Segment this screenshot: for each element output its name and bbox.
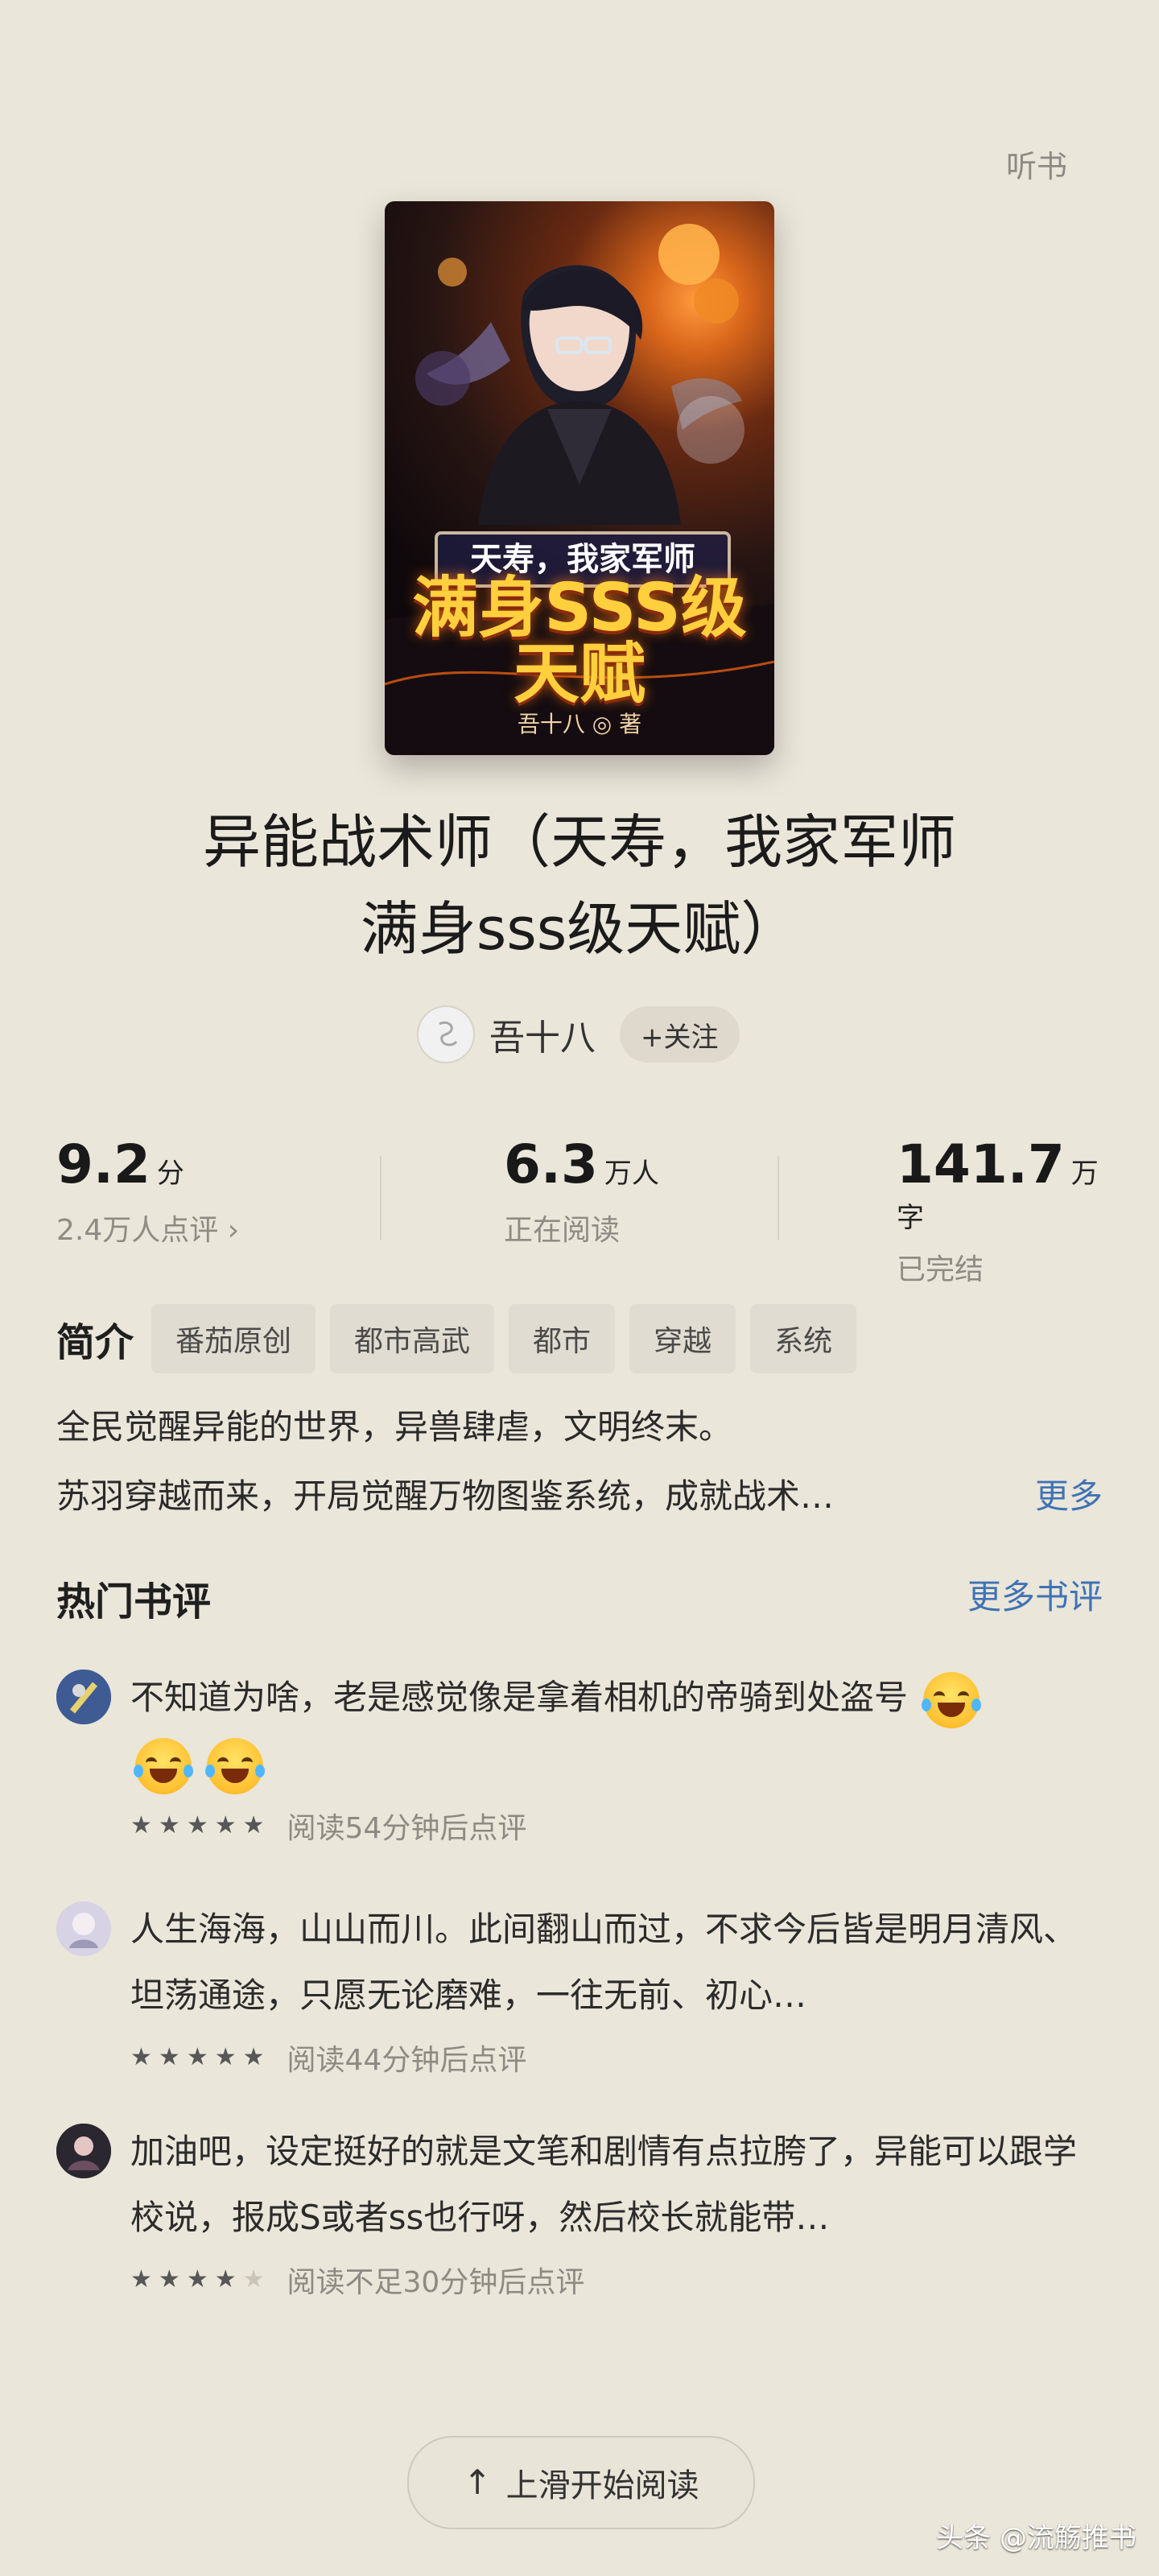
review-text-3: 加油吧，设定挺好的就是文笔和剧情有点拉胯了，异能可以跟学校说，报成S或者ss也行…: [130, 2132, 1078, 2237]
avatar-figure-icon: [56, 1670, 111, 1724]
rating-value: 9.2: [56, 1133, 151, 1195]
tag-5[interactable]: 系统: [750, 1304, 857, 1373]
listen-button[interactable]: 听书: [1006, 142, 1067, 186]
hot-reviews-title: 热门书评: [56, 1579, 212, 1624]
book-stats: 9.2 分 2.4万人点评 › 6.3 万人 正在阅读 141.7 万字 已完结: [56, 1133, 1103, 1286]
laughing-crying-emoji-icon: [134, 1737, 193, 1794]
rating-unit: 分: [156, 1158, 184, 1190]
author-avatar[interactable]: [417, 1005, 475, 1063]
words-stat: 141.7 万字 已完结: [897, 1133, 1103, 1288]
review-meta-text-3: 阅读不足30分钟后点评: [287, 2266, 585, 2299]
laughing-crying-emoji-icon: [922, 1671, 982, 1728]
star-icon: ★: [186, 2043, 208, 2071]
tag-1[interactable]: 番茄原创: [151, 1304, 316, 1373]
star-icon: ★: [130, 2265, 152, 2293]
star-icon: ★: [214, 1811, 237, 1839]
source-watermark: 头条 @流觞推书: [936, 2522, 1136, 2554]
review-meta-text-2: 阅读44分钟后点评: [287, 2044, 527, 2077]
author-avatar-icon: [439, 1021, 458, 1046]
reviewer-avatar-2: [56, 1901, 111, 1956]
star-icon: ★: [158, 1811, 180, 1839]
stats-divider-1: [380, 1156, 382, 1240]
star-icon: ★: [242, 1811, 265, 1839]
intro-line2: 苏羽穿越而来，开局觉醒万物图鉴系统，成就战术… 更多: [56, 1462, 1103, 1531]
star-icon: ★: [186, 2265, 208, 2293]
review-meta-text-1: 阅读54分钟后点评: [287, 1812, 527, 1845]
cover-main-title: 满身SSS级天赋: [412, 570, 747, 712]
star-icon: ★: [242, 2043, 265, 2071]
tag-3[interactable]: 都市: [509, 1304, 616, 1373]
rating-count[interactable]: 2.4万人点评 ›: [56, 1207, 239, 1249]
book-detail-page: 听书 天寿，我家军师 满身SSS级天赋 吾十八 ◎ 著 异能战术师（天寿，我家军…: [0, 0, 1159, 2576]
book-title-line1: 异能战术师（天寿，我家军师: [202, 808, 956, 876]
star-icon: ★: [158, 2043, 180, 2071]
review-meta-2: ★ ★ ★ ★ ★ 阅读44分钟后点评: [130, 2037, 1103, 2079]
words-value: 141.7: [897, 1133, 1065, 1195]
book-title: 异能战术师（天寿，我家军师 满身sss级天赋）: [97, 799, 1062, 972]
intro-line1: 全民觉醒异能的世界，异兽肆虐，文明终末。: [56, 1407, 733, 1447]
rating-stat[interactable]: 9.2 分 2.4万人点评 ›: [56, 1133, 239, 1249]
review-item-2[interactable]: 人生海海，山山而川。此间翻山而过，不求今后皆是明月清风、坦荡通途，只愿无论磨难，…: [56, 1897, 1103, 2079]
book-cover[interactable]: 天寿，我家军师 满身SSS级天赋 吾十八 ◎ 著: [385, 201, 774, 755]
start-reading-button[interactable]: ↑ 上滑开始阅读: [407, 2436, 755, 2529]
reviewer-avatar-3: [56, 2124, 111, 2178]
star-empty-icon: ★: [242, 2265, 265, 2293]
rating-stars-2: ★ ★ ★ ★ ★: [130, 2046, 265, 2070]
star-icon: ★: [130, 2043, 152, 2071]
more-reviews-link[interactable]: 更多书评: [967, 1570, 1103, 1619]
intro-header: 简介 番茄原创 都市高武 都市 穿越 系统: [56, 1304, 857, 1373]
star-icon: ★: [214, 2043, 237, 2071]
start-reading-label: 上滑开始阅读: [505, 2467, 699, 2504]
cover-author: 吾十八 ◎ 著: [517, 711, 642, 737]
review-item-3[interactable]: 加油吧，设定挺好的就是文笔和剧情有点拉胯了，异能可以跟学校说，报成S或者ss也行…: [56, 2119, 1103, 2301]
star-icon: ★: [214, 2265, 237, 2293]
intro-more-link[interactable]: 更多: [1035, 1462, 1103, 1531]
intro-label: 简介: [56, 1320, 134, 1365]
review-text-2: 人生海海，山山而川。此间翻山而过，不求今后皆是明月清风、坦荡通途，只愿无论磨难，…: [130, 1909, 1078, 2015]
laughing-crying-emoji-icon: [205, 1737, 266, 1794]
readers-stat: 6.3 万人 正在阅读: [504, 1133, 659, 1249]
review-text-1: 不知道为啥，老是感觉像是拿着相机的帝骑到处盗号: [130, 1665, 1103, 1797]
review-item-1[interactable]: 不知道为啥，老是感觉像是拿着相机的帝骑到处盗号 ★ ★ ★ ★ ★ 阅读54分钟…: [56, 1665, 1103, 1847]
tag-2[interactable]: 都市高武: [330, 1304, 495, 1373]
follow-button[interactable]: +关注: [620, 1006, 740, 1063]
star-icon: ★: [130, 1811, 152, 1839]
star-icon: ★: [158, 2265, 180, 2293]
avatar-portrait-icon: [56, 1901, 111, 1956]
readers-label: 正在阅读: [504, 1214, 621, 1247]
readers-unit: 万人: [604, 1158, 659, 1190]
tag-4[interactable]: 穿越: [629, 1304, 736, 1373]
hot-reviews-header: 热门书评 更多书评: [56, 1570, 1103, 1626]
intro-line2-text: 苏羽穿越而来，开局觉醒万物图鉴系统，成就战术…: [56, 1476, 835, 1516]
book-title-line2: 满身sss级天赋）: [360, 895, 799, 963]
review-meta-1: ★ ★ ★ ★ ★ 阅读54分钟后点评: [130, 1805, 1103, 1847]
rating-stars-1: ★ ★ ★ ★ ★: [130, 1814, 265, 1838]
intro-text[interactable]: 全民觉醒异能的世界，异兽肆虐，文明终末。 苏羽穿越而来，开局觉醒万物图鉴系统，成…: [56, 1393, 1103, 1531]
author-name[interactable]: 吾十八: [489, 1009, 596, 1060]
arrow-up-icon: ↑: [463, 2462, 492, 2502]
avatar-person-icon: [56, 2124, 111, 2178]
readers-value: 6.3: [504, 1133, 598, 1195]
review-meta-3: ★ ★ ★ ★ ★ 阅读不足30分钟后点评: [130, 2259, 1103, 2301]
review-text-1-content: 不知道为啥，老是感觉像是拿着相机的帝骑到处盗号: [130, 1678, 909, 1717]
status-label: 已完结: [897, 1253, 984, 1286]
author-row: 吾十八 +关注: [417, 1005, 740, 1064]
rating-stars-3: ★ ★ ★ ★ ★: [130, 2268, 265, 2292]
stats-divider-2: [777, 1156, 779, 1240]
star-icon: ★: [186, 1811, 208, 1839]
reviewer-avatar-1: [56, 1670, 111, 1724]
